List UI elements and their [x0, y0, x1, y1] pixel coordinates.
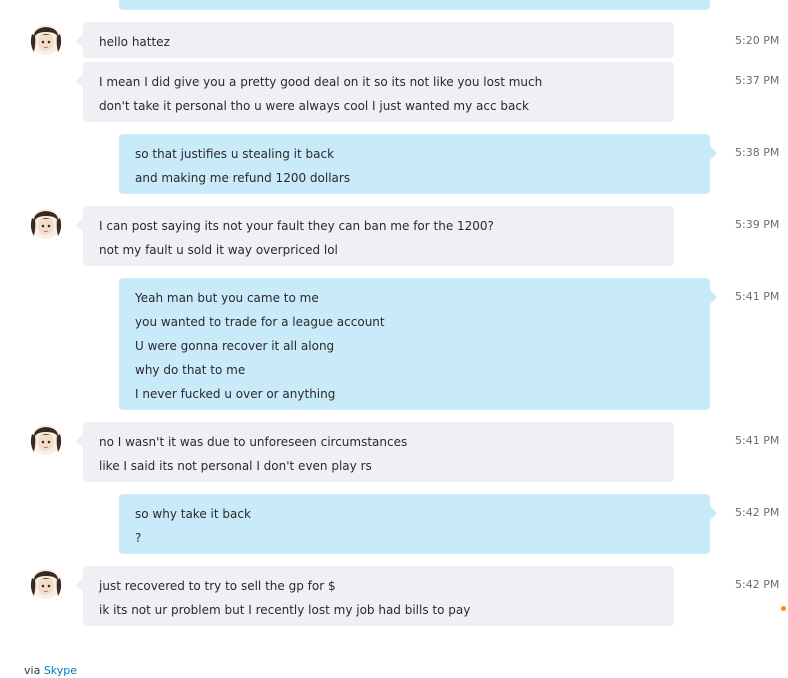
message-line: ?	[135, 531, 142, 545]
message-line: U were gonna recover it all along	[135, 339, 335, 353]
message-line: so that justifies u stealing it back	[135, 147, 335, 161]
message-line: just recovered to try to sell the gp for…	[99, 579, 336, 593]
skype-link[interactable]: Skype	[44, 664, 77, 677]
message-timestamp: 5:20 PM	[735, 34, 780, 47]
status-dot-icon	[781, 606, 786, 611]
footer-via-text: via	[24, 664, 41, 677]
message-line: hello hattez	[99, 35, 170, 49]
message-timestamp: 5:41 PM	[735, 434, 780, 447]
message-line: why do that to me	[135, 363, 246, 377]
message-bubble[interactable]: I mean I did give you a pretty good deal…	[76, 62, 674, 122]
message-line: I never fucked u over or anything	[135, 387, 336, 401]
avatar[interactable]	[30, 24, 62, 56]
message-line: and making me refund 1200 dollars	[135, 171, 351, 185]
message-bubble[interactable]: no I wasn't it was due to unforeseen cir…	[76, 422, 674, 482]
avatar[interactable]	[30, 568, 62, 600]
message-timestamp: 5:41 PM	[735, 290, 780, 303]
message-line: like I said its not personal I don't eve…	[99, 459, 372, 473]
message-bubble[interactable]: so why take it back ?	[119, 494, 717, 554]
message-timestamp: 5:42 PM	[735, 506, 780, 519]
message-line: you wanted to trade for a league account	[135, 315, 385, 329]
footer-attribution: via Skype	[24, 664, 77, 677]
message-line: ik its not ur problem but I recently los…	[99, 603, 471, 617]
message-timestamp: 5:39 PM	[735, 218, 780, 231]
message-bubble[interactable]: so that justifies u stealing it back and…	[119, 134, 717, 194]
message-line: not my fault u sold it way overpriced lo…	[99, 243, 338, 257]
message-line: don't take it personal tho u were always…	[99, 99, 529, 113]
message-line: so why take it back	[135, 507, 251, 521]
previous-message-bubble	[119, 0, 710, 10]
message-line: Yeah man but you came to me	[135, 291, 319, 305]
message-line: no I wasn't it was due to unforeseen cir…	[99, 435, 408, 449]
message-bubble[interactable]: just recovered to try to sell the gp for…	[76, 566, 674, 626]
message-bubble[interactable]: hello hattez	[76, 22, 674, 58]
avatar[interactable]	[30, 424, 62, 456]
message-timestamp: 5:42 PM	[735, 578, 780, 591]
message-line: I can post saying its not your fault the…	[99, 219, 494, 233]
message-bubble[interactable]: Yeah man but you came to me you wanted t…	[119, 278, 717, 410]
message-line: I mean I did give you a pretty good deal…	[99, 75, 543, 89]
message-timestamp: 5:38 PM	[735, 146, 780, 159]
message-timestamp: 5:37 PM	[735, 74, 780, 87]
message-bubble[interactable]: I can post saying its not your fault the…	[76, 206, 674, 266]
avatar[interactable]	[30, 208, 62, 240]
